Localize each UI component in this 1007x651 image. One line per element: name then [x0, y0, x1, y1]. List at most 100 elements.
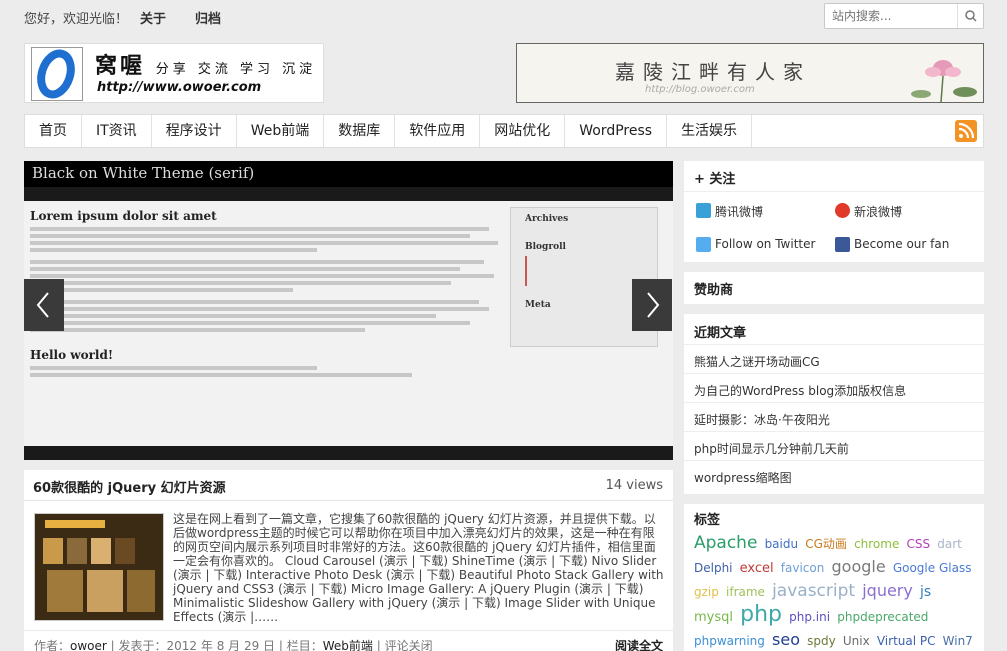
about-link[interactable]: 关于 [140, 8, 166, 27]
tag-link[interactable]: excel [740, 561, 774, 576]
sponsor-title: 赞助商 [694, 283, 734, 298]
logo-o-icon [31, 47, 83, 101]
post-title[interactable]: 60款很酷的 jQuery 幻灯片资源 [33, 477, 226, 496]
slide-post-title: Lorem ipsum dolor sit amet [30, 209, 217, 223]
slide-side-blogroll: Blogroll [525, 242, 566, 252]
sina-weibo-icon [835, 203, 850, 218]
chevron-left-icon [36, 292, 49, 318]
follow-twitter[interactable]: Follow on Twitter [715, 237, 815, 251]
site-logo[interactable]: 窝喔 分享 交流 学习 沉淀 http://www.owoer.com [24, 43, 324, 103]
follow-sina-weibo[interactable]: 新浪微博 [854, 203, 902, 220]
nav-item-life[interactable]: 生活娱乐 [667, 115, 753, 147]
search-box [824, 3, 984, 29]
tag-link[interactable]: Unix [843, 634, 870, 648]
logo-url: http://www.owoer.com [97, 80, 262, 95]
tag-link[interactable]: spdy [807, 634, 836, 648]
slide-screenshot: Lorem ipsum dolor sit amet Hello world! … [24, 201, 673, 446]
tag-link[interactable]: mysql [694, 610, 733, 625]
slide-side-archives: Archives [525, 214, 569, 224]
chevron-right-icon [647, 292, 660, 318]
recent-post-link[interactable]: 延时摄影：冰岛·午夜阳光 [694, 411, 830, 428]
nav-item-programming[interactable]: 程序设计 [152, 115, 237, 147]
banner-url: http://blog.owoer.com [645, 84, 755, 95]
welcome-text: 您好，欢迎光临！ [24, 12, 129, 27]
tag-link[interactable]: Google Glass [893, 561, 972, 575]
recent-posts-title: 近期文章 [694, 326, 747, 341]
nav-item-wordpress[interactable]: WordPress [565, 115, 668, 147]
search-icon[interactable] [957, 4, 983, 28]
slide-post: Lorem ipsum dolor sit amet Hello world! [30, 209, 508, 380]
nav-item-software[interactable]: 软件应用 [395, 115, 481, 147]
tag-link[interactable]: gzip [694, 585, 719, 599]
slider-prev-button[interactable] [24, 279, 64, 331]
recent-post-link[interactable]: 熊猫人之谜开场动画CG [694, 353, 820, 370]
tag-link[interactable]: js [920, 584, 931, 600]
post-author-link[interactable]: owoer [70, 639, 107, 651]
sponsor-widget: 赞助商 [684, 272, 984, 304]
post-views: 14 views [605, 478, 663, 493]
slide-header: Black on White Theme (serif) [24, 161, 673, 187]
nav-item-database[interactable]: 数据库 [324, 115, 396, 147]
post-thumbnail[interactable] [34, 513, 164, 621]
tag-link[interactable]: php [740, 602, 782, 627]
tag-link[interactable]: Delphi [694, 561, 733, 575]
follow-widget: + 关注 腾讯微博 新浪微博 Follow on Twitter Become … [684, 161, 984, 262]
recent-posts-widget: 近期文章 熊猫人之谜开场动画CG 为自己的WordPress blog添加版权信… [684, 314, 984, 494]
nav-item-it-news[interactable]: IT资讯 [82, 115, 152, 147]
recent-post-link[interactable]: php时间显示几分钟前几天前 [694, 440, 849, 457]
twitter-icon [696, 237, 711, 252]
follow-facebook[interactable]: Become our fan [854, 237, 949, 251]
slide-theme-title: Black on White Theme (serif) [32, 164, 255, 182]
post-meta: 作者：owoer | 发表于：2012 年 8 月 29 日 | 栏目：Web前… [24, 630, 673, 651]
tags-widget: 标签 Apache baidu CG动画 chrome CSS dart Del… [684, 504, 984, 651]
tag-link[interactable]: phpdeprecated [837, 610, 928, 624]
post-body: 这是在网上看到了一篇文章，它搜集了60款很酷的 jQuery 幻灯片资源，并且提… [24, 500, 673, 630]
featured-slider[interactable]: Black on White Theme (serif) Lorem ipsum… [24, 161, 673, 460]
recent-post-link[interactable]: wordpress缩略图 [694, 469, 792, 486]
post-category-link[interactable]: Web前端 [323, 639, 373, 651]
logo-title: 窝喔 分享 交流 学习 沉淀 [95, 53, 317, 79]
recent-post-link[interactable]: 为自己的WordPress blog添加版权信息 [694, 382, 906, 399]
tags-title: 标签 [694, 513, 721, 528]
header-banner[interactable]: 嘉陵江畔有人家 http://blog.owoer.com [516, 43, 984, 103]
tag-link[interactable]: iframe [726, 585, 765, 599]
tag-link[interactable]: javascript [772, 581, 855, 601]
follow-title: + 关注 [694, 172, 736, 187]
top-bar: 您好，欢迎光临！ 关于 归档 [0, 0, 1007, 33]
tag-link[interactable]: dart [937, 537, 962, 551]
tag-link[interactable]: Win7 [943, 634, 973, 648]
tag-link[interactable]: CG动画 [805, 537, 847, 551]
tag-link[interactable]: baidu [765, 537, 799, 551]
slide-nav-strip [24, 187, 673, 201]
tag-link[interactable]: favicon [781, 561, 825, 575]
post-header: 60款很酷的 jQuery 幻灯片资源 14 views [24, 470, 673, 500]
banner-text: 嘉陵江畔有人家 [615, 60, 811, 84]
logo-slogan: 分享 交流 学习 沉淀 [155, 62, 317, 77]
tag-link[interactable]: chrome [854, 537, 899, 551]
rss-icon[interactable] [955, 120, 977, 142]
tag-link[interactable]: jquery [862, 581, 913, 600]
slide-post2-title: Hello world! [30, 348, 114, 362]
follow-tencent-weibo[interactable]: 腾讯微博 [715, 203, 763, 220]
tag-link[interactable]: google [832, 557, 886, 576]
post-date: 2012 年 8 月 29 日 [166, 639, 276, 651]
post-excerpt: 这是在网上看到了一篇文章，它搜集了60款很酷的 jQuery 幻灯片资源，并且提… [173, 512, 664, 624]
slider-next-button[interactable] [632, 279, 672, 331]
tag-link[interactable]: seo [772, 630, 800, 649]
tag-link[interactable]: Virtual PC [877, 634, 936, 648]
search-input[interactable] [825, 4, 957, 28]
tag-link[interactable]: php.ini [789, 610, 830, 624]
facebook-icon [835, 237, 850, 252]
nav-item-seo[interactable]: 网站优化 [480, 115, 566, 147]
read-more-link[interactable]: 阅读全文 [615, 637, 663, 651]
slide-footer [24, 446, 673, 460]
nav-item-web-frontend[interactable]: Web前端 [237, 115, 325, 147]
tag-link[interactable]: Apache [694, 533, 757, 553]
archive-link[interactable]: 归档 [195, 8, 221, 27]
lotus-icon [911, 60, 977, 102]
post-meta-text: 作者：owoer | 发表于：2012 年 8 月 29 日 | 栏目：Web前… [34, 639, 433, 651]
tag-link[interactable]: CSS [907, 537, 931, 551]
nav-item-home[interactable]: 首页 [25, 115, 82, 147]
tag-link[interactable]: phpwarning [694, 634, 765, 648]
tencent-weibo-icon [696, 203, 711, 218]
